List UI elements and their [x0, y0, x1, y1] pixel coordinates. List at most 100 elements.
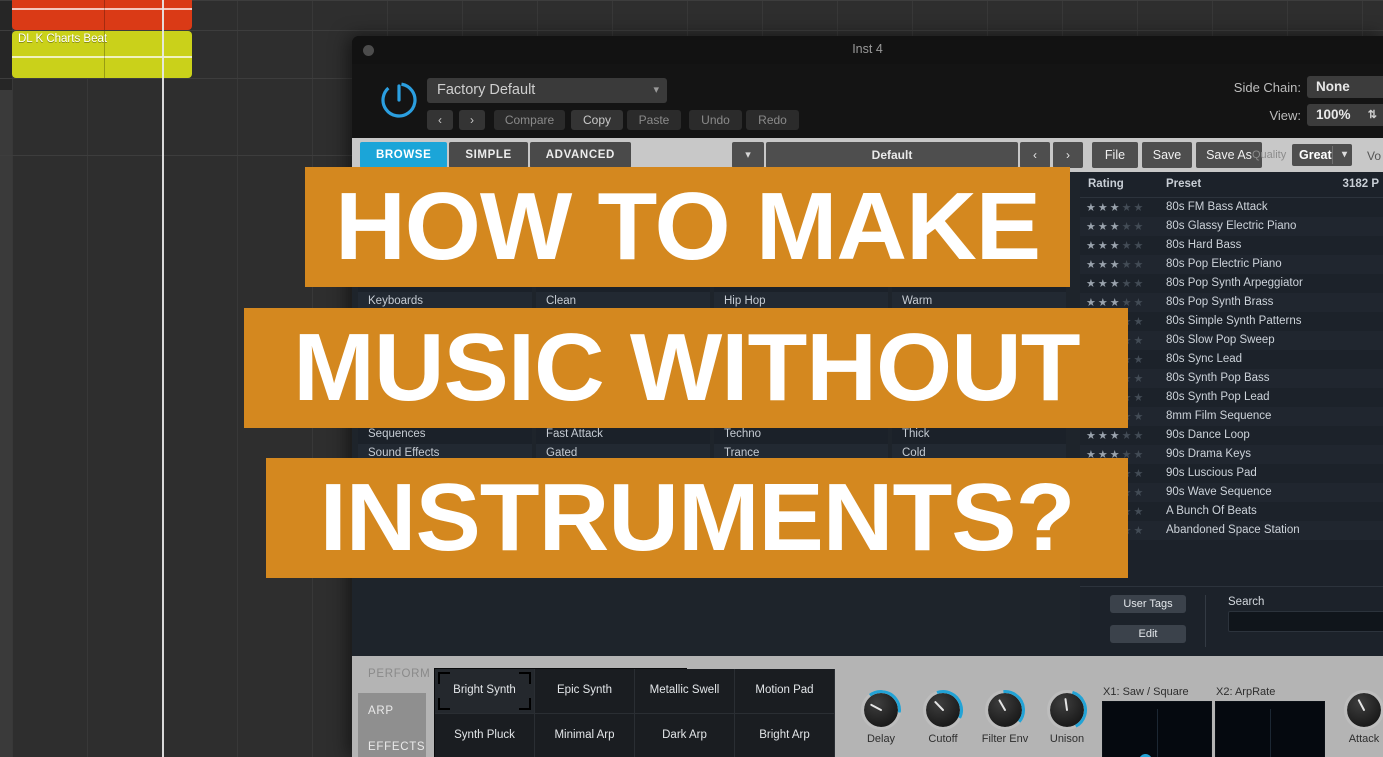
chevron-down-icon: ▾	[1341, 149, 1347, 160]
plugin-header: Factory Default ▾ ‹ › Compare Copy Paste Undo…	[352, 64, 1383, 138]
t-perform[interactable]: PERFORM	[358, 656, 430, 693]
t-effects[interactable]: EFFECTS	[358, 729, 426, 757]
preset-prev-button[interactable]: ‹	[1020, 142, 1050, 168]
pad-button[interactable]: Minimal Arp	[535, 714, 635, 757]
selection-corner	[519, 698, 531, 710]
tab-browse[interactable]: BROWSE	[360, 142, 448, 168]
compare-button[interactable]: Compare	[494, 110, 565, 130]
preset-footer: User Tags Edit Search	[1080, 586, 1383, 656]
rating-stars[interactable]: ★★★★★	[1086, 277, 1145, 290]
preset-row[interactable]: ★★★★★ 80s Glassy Electric Piano	[1080, 217, 1383, 236]
preset-name: 80s Synth Pop Lead	[1166, 391, 1270, 403]
file-button[interactable]: File	[1092, 142, 1138, 168]
preset-name: 80s Pop Synth Arpeggiator	[1166, 277, 1303, 289]
next-preset-button[interactable]: ›	[459, 110, 485, 130]
rating-stars[interactable]: ★★★★★	[1086, 258, 1145, 271]
rating-stars[interactable]: ★★★★★	[1086, 220, 1145, 233]
track-header-gutter-top	[0, 0, 12, 90]
prev-preset-button[interactable]: ‹	[427, 110, 453, 130]
pad-grid: Bright Synth Epic Synth Metallic Swell Moti…	[434, 668, 835, 757]
power-icon[interactable]	[377, 78, 421, 122]
knob-body[interactable]	[1050, 693, 1084, 727]
preset-name: Abandoned Space Station	[1166, 524, 1300, 536]
rating-stars[interactable]: ★★★★★	[1086, 201, 1145, 214]
screenshot-root: DJ Mixtape DL K Charts Beat Inst 4 Factor…	[0, 0, 1383, 757]
user-tags-button[interactable]: User Tags	[1110, 595, 1186, 613]
pad-button[interactable]: Epic Synth	[535, 669, 635, 714]
preset-row[interactable]: ★★★★★ 80s Pop Synth Arpeggiator	[1080, 274, 1383, 293]
grid-line-vertical	[237, 0, 238, 757]
pad-button[interactable]: Dark Arp	[635, 714, 735, 757]
quality-label: Quality	[1252, 149, 1287, 161]
preset-row[interactable]: ★★★★★ 80s FM Bass Attack	[1080, 198, 1383, 217]
grid-line-vertical	[87, 0, 88, 757]
xy-pad[interactable]: X2: ArpRate	[1215, 686, 1325, 757]
pad-button[interactable]: Bright Arp	[735, 714, 835, 757]
overlay-line: HOW TO MAKE	[305, 167, 1070, 287]
pad-button[interactable]: Bright Synth	[435, 669, 535, 714]
paste-button[interactable]: Paste	[627, 110, 681, 130]
preset-combo-value: Factory Default	[437, 82, 536, 98]
xy-pad[interactable]: X1: Saw / Square	[1102, 686, 1212, 757]
pad-label: Minimal Arp	[554, 729, 615, 741]
playhead[interactable]	[162, 0, 164, 757]
tab-advanced[interactable]: ADVANCED	[529, 142, 631, 168]
undo-button[interactable]: Undo	[689, 110, 742, 130]
preset-row[interactable]: ★★★★★ 80s Hard Bass	[1080, 236, 1383, 255]
knob-label: Cutoff	[928, 733, 958, 745]
redo-button[interactable]: Redo	[746, 110, 799, 130]
copy-button[interactable]: Copy	[571, 110, 623, 130]
audio-clip[interactable]: DL K Charts Beat	[12, 31, 192, 78]
clip-seam	[104, 31, 105, 78]
preset-name: A Bunch Of Beats	[1166, 505, 1257, 517]
knob-delay[interactable]: Delay	[864, 693, 898, 745]
save-button[interactable]: Save	[1142, 142, 1192, 168]
current-preset-display[interactable]: Default	[766, 142, 1018, 168]
knob-label: Unison	[1049, 733, 1085, 745]
crosshair-vertical	[1270, 708, 1271, 757]
grid-line-horizontal	[0, 30, 1383, 31]
preset-combo[interactable]: Factory Default ▾	[427, 78, 667, 103]
preset-name: 80s Sync Lead	[1166, 353, 1243, 365]
overlay-text: HOW TO MAKE	[334, 173, 1041, 280]
quality-value: Great	[1299, 148, 1332, 162]
knob-cutoff[interactable]: Cutoff	[926, 693, 960, 745]
side-chain-value[interactable]: None	[1307, 76, 1383, 98]
overlay-text: INSTRUMENTS?	[319, 464, 1076, 571]
knob-unison[interactable]: Unison	[1050, 693, 1084, 745]
search-input[interactable]	[1228, 611, 1383, 632]
stepper-icon[interactable]: ⇅	[1368, 104, 1377, 126]
pad-button[interactable]: Synth Pluck	[435, 714, 535, 757]
edit-button[interactable]: Edit	[1110, 625, 1186, 643]
knob-attack[interactable]: Attack	[1344, 690, 1383, 745]
preset-row[interactable]: ★★★★★ 80s Pop Electric Piano	[1080, 255, 1383, 274]
rating-stars[interactable]: ★★★★★	[1086, 239, 1145, 252]
preset-name: 80s Pop Electric Piano	[1166, 258, 1282, 270]
pad-button[interactable]: Motion Pad	[735, 669, 835, 714]
knob-body[interactable]	[988, 693, 1022, 727]
overlay-line: MUSIC WITHOUT	[244, 308, 1128, 428]
pad-button[interactable]: Metallic Swell	[635, 669, 735, 714]
plugin-tab-strip: BROWSE SIMPLE ADVANCED	[360, 142, 631, 168]
preset-row[interactable]: ★★★★★ 90s Dance Loop	[1080, 426, 1383, 445]
knob-filter-env[interactable]: Filter Env	[988, 693, 1022, 745]
preset-list-header: Rating Preset 3182 P	[1080, 172, 1383, 198]
rating-stars[interactable]: ★★★★★	[1086, 429, 1145, 442]
xy-pad-title: X1: Saw / Square	[1103, 686, 1189, 698]
preset-next-button[interactable]: ›	[1053, 142, 1083, 168]
divider	[1205, 595, 1206, 647]
view-value[interactable]: 100% ⇅	[1307, 104, 1383, 126]
knob-body[interactable]	[926, 693, 960, 727]
knob-label: Attack	[1348, 733, 1380, 745]
audio-clip[interactable]: DJ Mixtape	[12, 0, 192, 30]
preset-name: 80s Simple Synth Patterns	[1166, 315, 1302, 327]
knob-body[interactable]	[1344, 690, 1383, 730]
view-value-text: 100%	[1316, 107, 1351, 122]
voices-label-truncated: Vo	[1366, 149, 1381, 163]
xy-pad-title: X2: ArpRate	[1216, 686, 1276, 698]
tab-simple[interactable]: SIMPLE	[449, 142, 528, 168]
quality-select[interactable]: Great ▾	[1292, 144, 1352, 166]
t-arp[interactable]: ARP	[358, 693, 426, 729]
preset-menu-dropdown[interactable]: ▾	[732, 142, 764, 168]
knob-body[interactable]	[864, 693, 898, 727]
